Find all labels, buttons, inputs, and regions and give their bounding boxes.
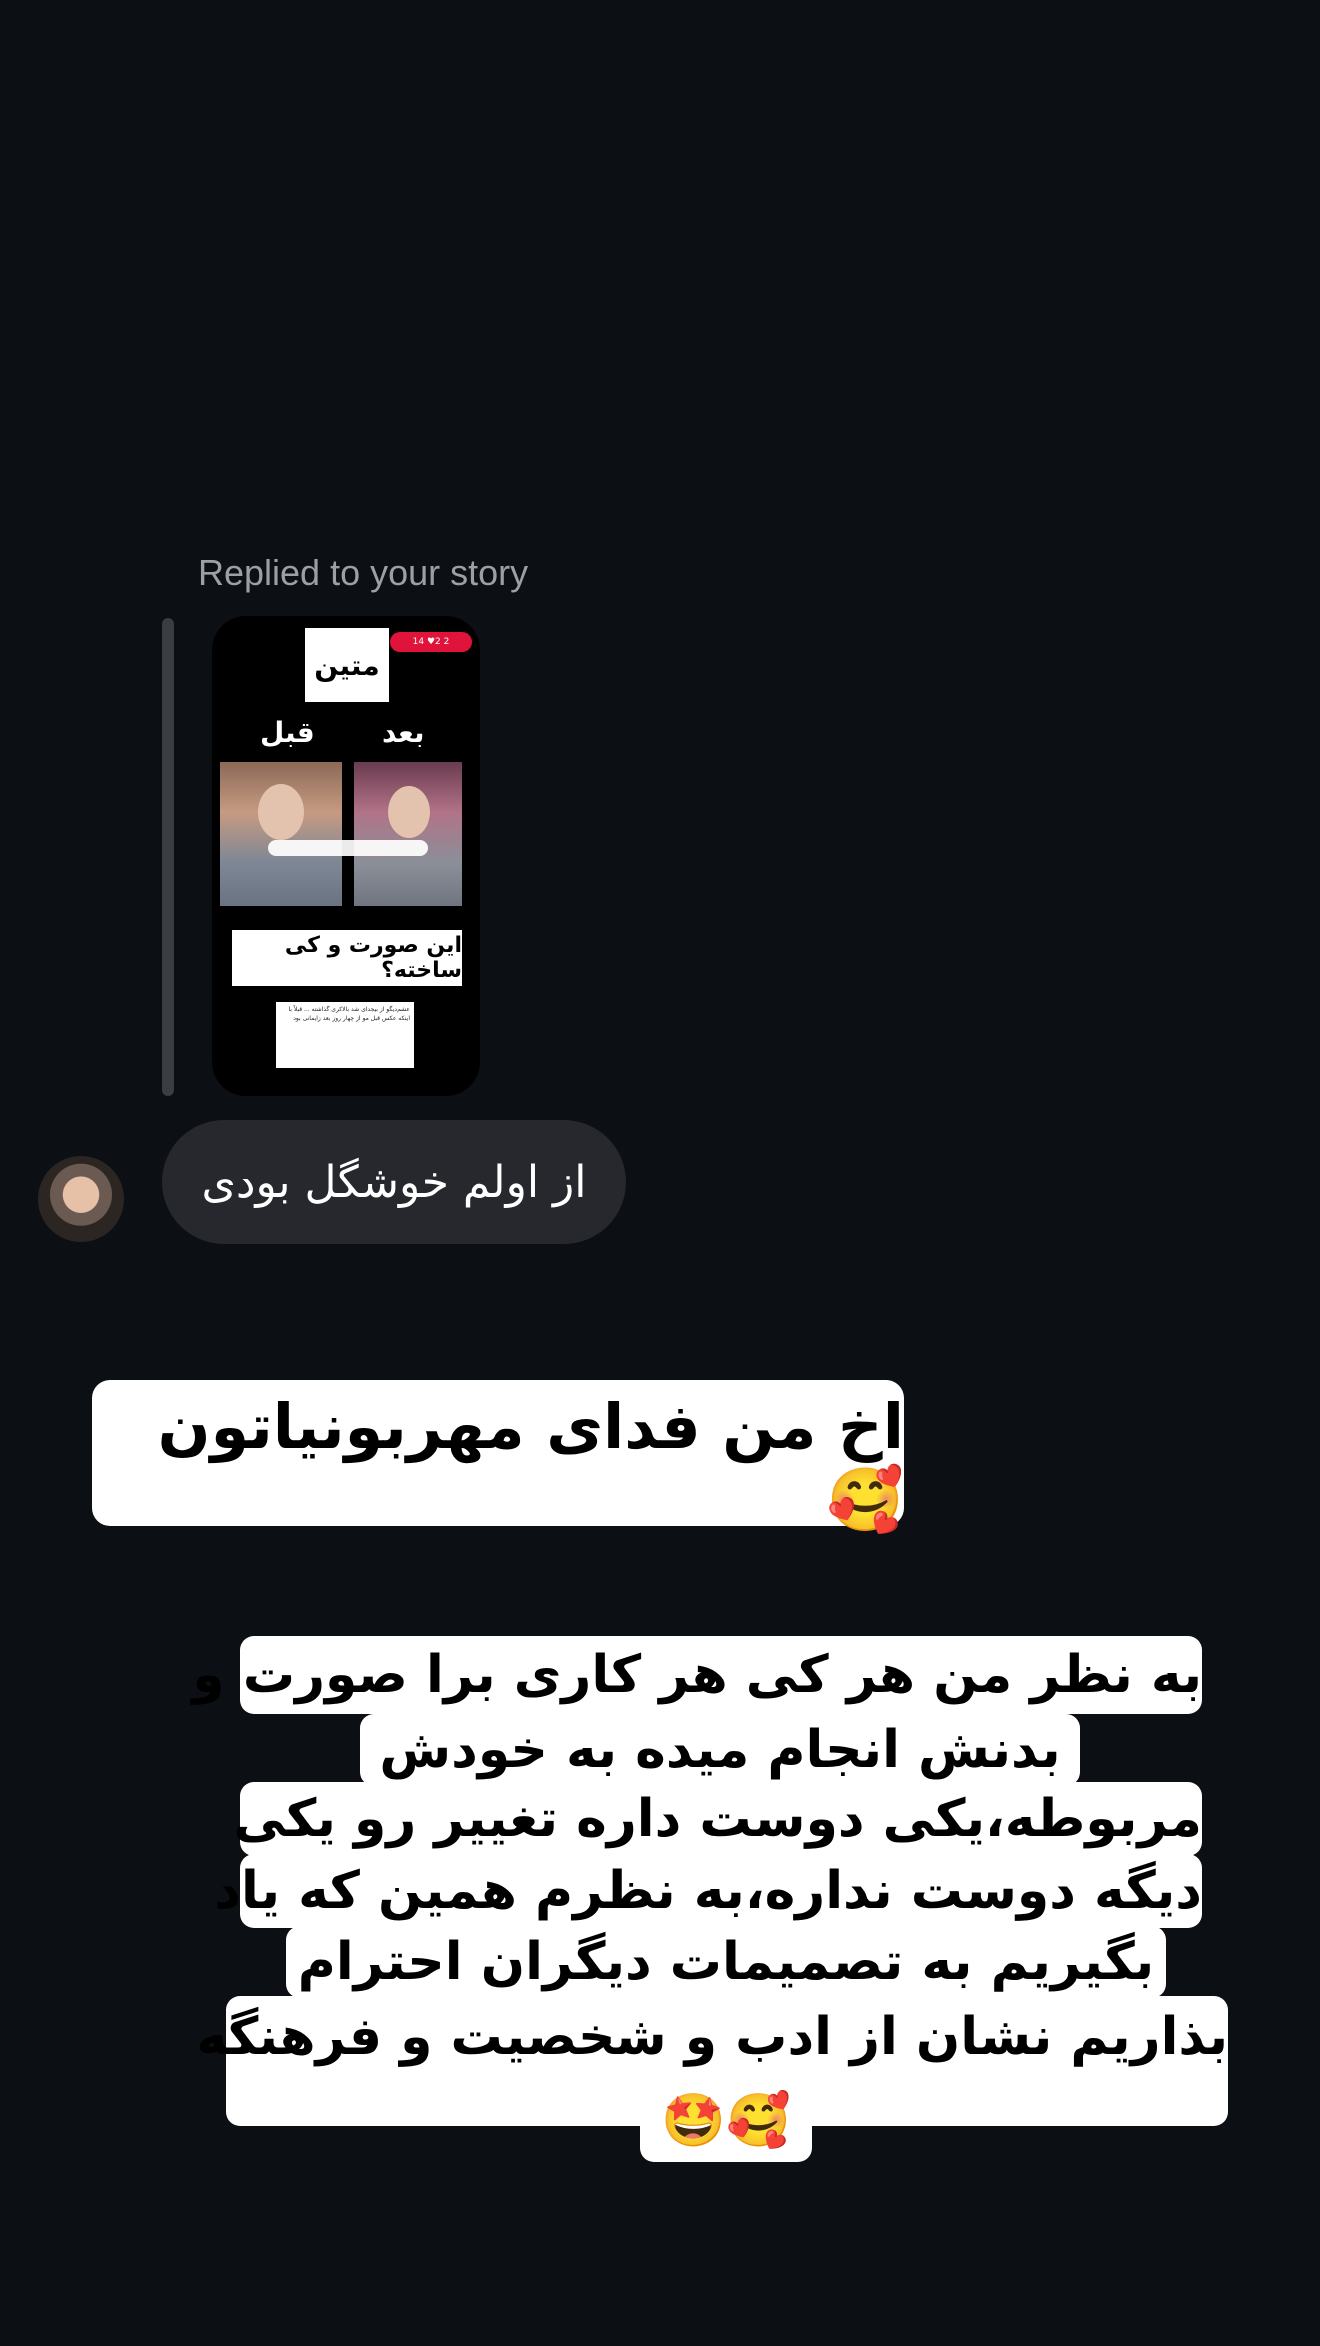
after-photo	[354, 762, 462, 906]
story-note: عشم‌دیگو از بیجدای شد بالاکری گذاشته ...…	[276, 1002, 414, 1068]
before-photo	[220, 762, 342, 906]
story-stats-badge: 14 ♥2 2	[390, 632, 472, 652]
incoming-message-bubble[interactable]: از اولم خوشگل بودی	[162, 1120, 626, 1244]
redaction-scribble	[268, 840, 428, 856]
sender-avatar[interactable]	[38, 1156, 124, 1242]
replied-to-story-label: Replied to your story	[198, 552, 529, 593]
sticker-2-line-2: بدنش انجام میده به خودش	[360, 1714, 1080, 1786]
sticker-2-line-1: به نظر من هر کی هر کاری برا صورت و	[192, 1636, 1202, 1714]
reply-quote-bar	[162, 618, 174, 1096]
sticker-2-line-4: دیگه دوست نداره،به نظرم همین که یاد	[214, 1854, 1202, 1928]
text-sticker-1: اخ من فدای مهربونیاتون🥰	[92, 1380, 904, 1536]
sticker-2-line-5: بگیریم به تصمیمات دیگران احترام	[286, 1926, 1166, 1998]
story-label-before: قبل	[260, 716, 315, 749]
sticker-2-emoji-line: 🥰🤩	[640, 2080, 812, 2162]
story-thumbnail[interactable]: متین 14 ♥2 2 بعد قبل این صورت و کی ساخته…	[212, 616, 480, 1096]
sticker-2-line-3: مربوطه،یکی دوست داره تغییر رو یکی	[234, 1782, 1202, 1856]
story-title: متین	[305, 628, 389, 702]
story-question: این صورت و کی ساخته؟	[232, 930, 462, 986]
story-label-after: بعد	[382, 716, 425, 749]
